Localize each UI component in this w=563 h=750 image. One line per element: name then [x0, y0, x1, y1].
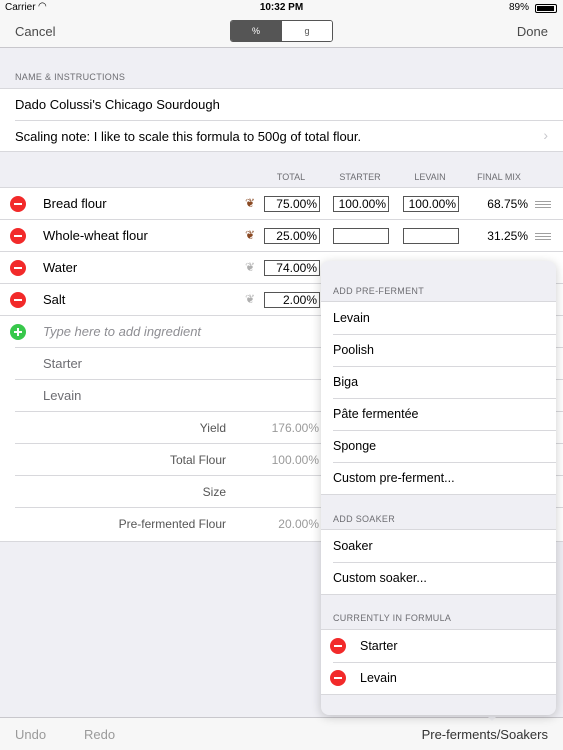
table-row: Bread flour ❦ 75.00% 100.00% 100.00% 68.…	[0, 188, 563, 220]
undo-button[interactable]: Undo	[15, 727, 46, 742]
unit-segmented-control: % g	[230, 20, 333, 42]
summary-value: 176.00%	[271, 421, 319, 435]
summary-label: Size	[202, 485, 226, 499]
delete-ingredient-button[interactable]	[10, 228, 26, 244]
preferments-popover: ADD PRE-FERMENT Levain Poolish Biga Pâte…	[321, 261, 556, 715]
ingredient-name[interactable]: Water	[43, 260, 77, 275]
recipe-title-field[interactable]: Dado Colussi's Chicago Sourdough	[15, 97, 220, 112]
summary-label: Yield	[199, 421, 226, 435]
column-levain: LEVAIN	[414, 172, 446, 182]
reorder-handle-icon[interactable]	[535, 233, 551, 242]
preferment-option-custom[interactable]: Custom pre-ferment...	[321, 462, 556, 494]
table-row: Whole-wheat flour ❦ 25.00% 31.25%	[0, 220, 563, 252]
current-item-levain: Levain	[321, 662, 556, 694]
preferments-soakers-button[interactable]: Pre-ferments/Soakers	[422, 727, 548, 742]
total-percent-field[interactable]: 74.00%	[264, 260, 320, 276]
current-item-label: Starter	[360, 639, 398, 653]
summary-label: Pre-fermented Flour	[118, 517, 226, 531]
percent-segment[interactable]: %	[231, 21, 281, 41]
preferment-name[interactable]: Levain	[43, 388, 81, 403]
add-ingredient-input[interactable]: Type here to add ingredient	[43, 324, 201, 339]
column-final-mix: FINAL MIX	[477, 172, 521, 182]
soaker-option-custom[interactable]: Custom soaker...	[321, 562, 556, 594]
cancel-button[interactable]: Cancel	[15, 24, 55, 39]
divider	[15, 120, 563, 121]
chevron-right-icon: ›	[543, 127, 548, 143]
current-item-starter: Starter	[321, 630, 556, 662]
summary-value: 100.00%	[271, 453, 319, 467]
navigation-bar: Cancel % g Done	[0, 16, 563, 48]
delete-ingredient-button[interactable]	[10, 292, 26, 308]
starter-percent-field[interactable]: 100.00%	[333, 196, 389, 212]
preferment-option-levain[interactable]: Levain	[321, 302, 556, 334]
ingredient-name[interactable]: Salt	[43, 292, 65, 307]
levain-percent-field[interactable]	[403, 228, 459, 244]
reorder-handle-icon[interactable]	[535, 201, 551, 210]
final-mix-value: 68.75%	[487, 197, 528, 211]
preferment-option-poolish[interactable]: Poolish	[321, 334, 556, 366]
status-bar: Carrier ◠ 10:32 PM 89%	[0, 0, 563, 16]
ingredient-name[interactable]: Bread flour	[43, 196, 107, 211]
flour-leaf-icon[interactable]: ❦	[245, 228, 255, 242]
total-percent-field[interactable]: 2.00%	[264, 292, 320, 308]
remove-preferment-button[interactable]	[330, 638, 346, 654]
leaf-icon[interactable]: ❦	[245, 292, 255, 306]
total-percent-field[interactable]: 75.00%	[264, 196, 320, 212]
grams-segment[interactable]: g	[281, 21, 332, 41]
flour-leaf-icon[interactable]: ❦	[245, 196, 255, 210]
current-preferments-list: Starter Levain	[321, 629, 556, 695]
preferment-name[interactable]: Starter	[43, 356, 82, 371]
leaf-icon[interactable]: ❦	[245, 260, 255, 274]
battery-icon	[535, 4, 557, 13]
levain-percent-field[interactable]: 100.00%	[403, 196, 459, 212]
soaker-options-list: Soaker Custom soaker...	[321, 529, 556, 595]
redo-button[interactable]: Redo	[84, 727, 115, 742]
final-mix-value: 31.25%	[487, 229, 528, 243]
column-starter: STARTER	[339, 172, 381, 182]
preferment-option-pate-fermentee[interactable]: Pâte fermentée	[321, 398, 556, 430]
ingredient-name[interactable]: Whole-wheat flour	[43, 228, 148, 243]
preferment-options-list: Levain Poolish Biga Pâte fermentée Spong…	[321, 301, 556, 495]
current-item-label: Levain	[360, 671, 397, 685]
name-section: Dado Colussi's Chicago Sourdough Scaling…	[0, 88, 563, 152]
currently-in-formula-header: CURRENTLY IN FORMULA	[333, 613, 452, 623]
delete-ingredient-button[interactable]	[10, 260, 26, 276]
total-percent-field[interactable]: 25.00%	[264, 228, 320, 244]
soaker-option-soaker[interactable]: Soaker	[321, 530, 556, 562]
remove-preferment-button[interactable]	[330, 670, 346, 686]
scaling-note-row[interactable]: Scaling note: I like to scale this formu…	[15, 129, 361, 144]
add-ingredient-button[interactable]	[10, 324, 26, 340]
summary-value: 20.00%	[278, 517, 319, 531]
summary-label: Total Flour	[169, 453, 226, 467]
battery-percent: 89%	[508, 2, 529, 13]
starter-percent-field[interactable]	[333, 228, 389, 244]
preferment-option-biga[interactable]: Biga	[321, 366, 556, 398]
bottom-toolbar: Undo Redo Pre-ferments/Soakers	[0, 717, 563, 750]
name-section-header: NAME & INSTRUCTIONS	[15, 72, 126, 82]
add-preferment-header: ADD PRE-FERMENT	[333, 286, 425, 296]
column-total: TOTAL	[276, 172, 306, 182]
preferment-option-sponge[interactable]: Sponge	[321, 430, 556, 462]
done-button[interactable]: Done	[517, 24, 548, 39]
delete-ingredient-button[interactable]	[10, 196, 26, 212]
clock: 10:32 PM	[259, 2, 304, 13]
add-soaker-header: ADD SOAKER	[333, 514, 396, 524]
